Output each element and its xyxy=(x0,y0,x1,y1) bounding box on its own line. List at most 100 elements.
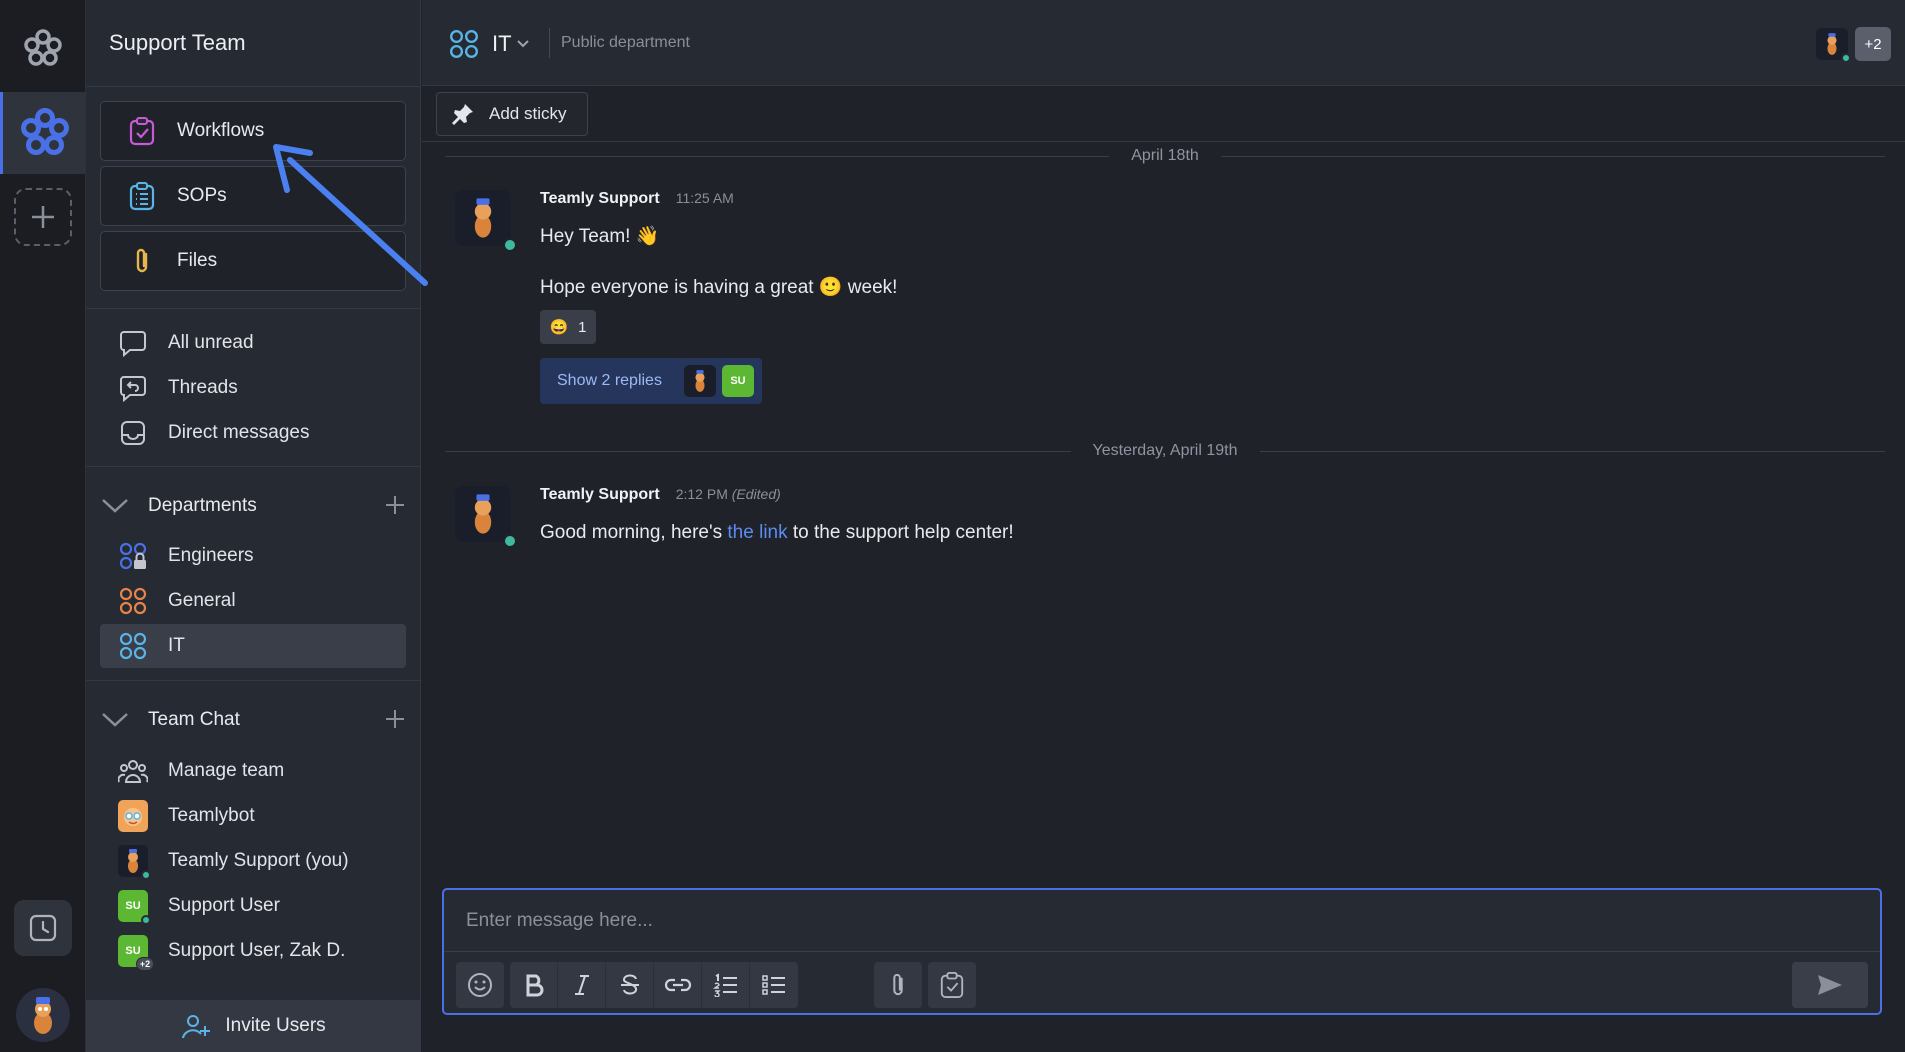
threads-icon xyxy=(118,373,148,403)
su-avatar: SU xyxy=(721,365,754,397)
edited-label: (Edited) xyxy=(731,486,781,502)
divider-line xyxy=(1259,450,1886,452)
message-header: Teamly Support 11:25 AM xyxy=(540,190,734,208)
user-avatar[interactable] xyxy=(16,988,70,1042)
team-chat-header[interactable]: Team Chat xyxy=(100,700,406,740)
message-input[interactable] xyxy=(444,890,1880,952)
attach-toolbar xyxy=(874,962,922,1008)
workspace-rail xyxy=(0,0,86,1052)
strikethrough-icon xyxy=(620,974,639,995)
add-chat-icon[interactable] xyxy=(384,708,406,736)
nav-label: Threads xyxy=(168,377,238,398)
bullet-list-button[interactable] xyxy=(750,962,798,1008)
strikethrough-button[interactable] xyxy=(606,962,654,1008)
message: Teamly Support 11:25 AM Hey Team! 👋 Hope… xyxy=(455,190,1855,420)
history-button[interactable] xyxy=(14,900,72,956)
member-count-badge: +2 xyxy=(136,957,154,971)
bot-avatar xyxy=(118,800,148,832)
bot-avatar-icon xyxy=(118,800,148,832)
nav-direct-messages[interactable]: Direct messages xyxy=(100,413,406,453)
channel-description: Public department xyxy=(561,34,690,51)
date-label: Yesterday, April 19th xyxy=(1092,442,1238,459)
chat-teamly-support[interactable]: Teamly Support (you) xyxy=(100,841,406,881)
department-it[interactable]: IT xyxy=(100,624,406,668)
link-icon xyxy=(664,978,691,992)
text-segment: Good morning, here's xyxy=(540,522,728,543)
reply-avatars: SU xyxy=(683,365,754,397)
ordered-list-button[interactable] xyxy=(702,962,750,1008)
add-sticky-button[interactable]: Add sticky xyxy=(436,92,588,136)
message-text: Hope everyone is having a great 🙂 week! xyxy=(540,275,897,299)
chat-group-support-user-zak[interactable]: SU +2 Support User, Zak D. xyxy=(100,931,406,971)
team-chat-title: Team Chat xyxy=(148,709,240,730)
workflow-toolbar xyxy=(928,962,976,1008)
avatar-initials: SU xyxy=(125,945,141,957)
department-general[interactable]: General xyxy=(100,581,406,621)
italic-button[interactable] xyxy=(558,962,606,1008)
chat-label: Teamly Support (you) xyxy=(168,850,349,871)
message-text: Hey Team! 👋 xyxy=(540,226,660,247)
files-label: Files xyxy=(177,250,218,271)
workspace-title: Support Team xyxy=(109,30,246,55)
divider xyxy=(86,86,421,87)
add-workspace-button[interactable] xyxy=(14,188,72,246)
add-department-icon[interactable] xyxy=(384,494,406,522)
bold-button[interactable] xyxy=(510,962,558,1008)
channel-title[interactable]: IT xyxy=(492,31,512,57)
invite-users-button[interactable]: Invite Users xyxy=(86,1000,421,1052)
link-button[interactable] xyxy=(654,962,702,1008)
pin-icon xyxy=(451,102,475,126)
divider xyxy=(86,466,421,467)
sidebar: Support Team Workflows SOPs Files All un… xyxy=(86,0,421,1052)
channel-header: IT Public department +2 xyxy=(422,0,1905,86)
help-center-link[interactable]: the link xyxy=(727,522,787,543)
show-replies-button[interactable]: Show 2 replies SU xyxy=(540,358,762,404)
mascot-avatar-icon xyxy=(683,365,716,397)
add-sticky-label: Add sticky xyxy=(489,104,567,123)
workflows-label: Workflows xyxy=(177,120,265,141)
files-button[interactable]: Files xyxy=(100,231,406,291)
attach-workflow-button[interactable] xyxy=(928,962,976,1008)
date-label: April 18th xyxy=(1131,147,1199,164)
chevron-down-icon[interactable] xyxy=(516,36,530,54)
online-indicator xyxy=(503,534,517,548)
replies-label: Show 2 replies xyxy=(557,372,662,389)
bullet-list-icon xyxy=(762,975,785,995)
emoji-button[interactable] xyxy=(456,962,504,1008)
numbered-list-icon xyxy=(712,973,737,997)
message-avatar[interactable] xyxy=(455,486,517,548)
paperclip-icon xyxy=(893,973,903,996)
departments-header[interactable]: Departments xyxy=(100,486,406,526)
date-divider: April 18th xyxy=(445,146,1885,166)
member-count-button[interactable]: +2 xyxy=(1855,27,1891,61)
avatar-initials: SU xyxy=(125,900,141,912)
message-avatar[interactable] xyxy=(455,190,517,252)
sops-button[interactable]: SOPs xyxy=(100,166,406,226)
chevron-down-icon xyxy=(100,498,130,514)
text-segment: Hope everyone is having a great xyxy=(540,277,819,298)
member-avatar[interactable] xyxy=(1816,28,1851,63)
workflows-button[interactable]: Workflows xyxy=(100,101,406,161)
nav-all-unread[interactable]: All unread xyxy=(100,323,406,363)
mascot-avatar-icon xyxy=(474,198,492,238)
nav-threads[interactable]: Threads xyxy=(100,368,406,408)
chat-teamlybot[interactable]: Teamlybot xyxy=(100,796,406,836)
manage-team-item[interactable]: Manage team xyxy=(100,751,406,791)
divider-line xyxy=(445,450,1071,452)
chat-support-user[interactable]: SU Support User xyxy=(100,886,406,926)
time-text: 2:12 PM xyxy=(675,486,728,502)
mascot-avatar-icon xyxy=(34,997,52,1034)
workspace-logo-icon xyxy=(20,108,69,155)
format-toolbar xyxy=(510,962,798,1008)
send-button[interactable] xyxy=(1792,962,1868,1008)
nav-label: All unread xyxy=(168,332,254,353)
sops-label: SOPs xyxy=(177,185,227,206)
message-author[interactable]: Teamly Support xyxy=(540,190,660,208)
reaction-chip[interactable]: 😄 1 xyxy=(540,310,596,344)
chat-label: Manage team xyxy=(168,760,285,781)
workspace-support-team[interactable] xyxy=(0,92,86,174)
message-author[interactable]: Teamly Support xyxy=(540,486,660,504)
attach-file-button[interactable] xyxy=(874,962,922,1008)
departments-title: Departments xyxy=(148,495,257,516)
department-engineers[interactable]: Engineers xyxy=(100,536,406,576)
